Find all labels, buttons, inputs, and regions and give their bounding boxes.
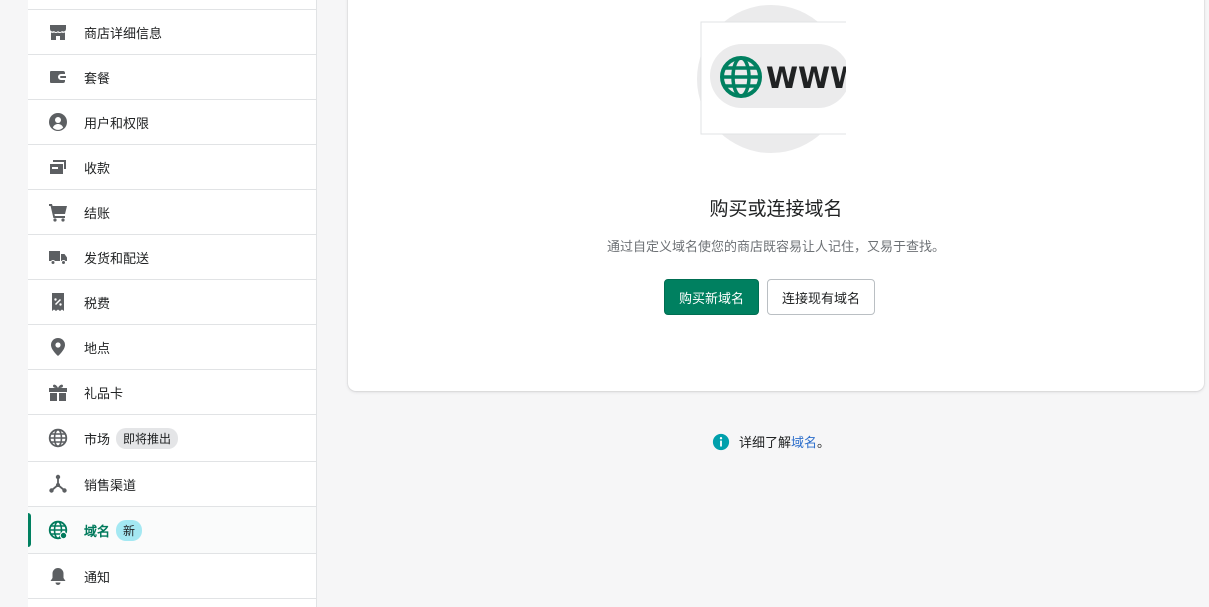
sidebar-item-label: 结账 bbox=[84, 206, 111, 222]
sidebar-item-store-details[interactable]: 商店详细信息 bbox=[28, 0, 316, 55]
www-text: WWW bbox=[766, 61, 846, 95]
description-text: 通过自定义域名使您的商店既容易让人记住，又易于查找。 bbox=[606, 240, 945, 255]
cart-icon bbox=[47, 201, 69, 223]
sidebar-item-plan[interactable]: 套餐 bbox=[28, 55, 316, 100]
connect-domain-button[interactable]: 连接现有域名 bbox=[767, 279, 876, 315]
sidebar-item-label: 商店详细信息 bbox=[84, 26, 163, 42]
learn-more-prefix: 详细了解 bbox=[739, 436, 792, 451]
sidebar-item-markets[interactable]: 市场 即将推出 bbox=[28, 415, 316, 462]
sidebar-item-shipping[interactable]: 发货和配送 bbox=[28, 235, 316, 280]
sidebar-item-notifications[interactable]: 通知 bbox=[28, 554, 316, 599]
page-title: 购买或连接域名 bbox=[709, 198, 843, 220]
channels-icon bbox=[47, 473, 69, 495]
sidebar-item-payments[interactable]: 收款 bbox=[28, 145, 316, 190]
store-icon bbox=[47, 21, 69, 43]
settings-sidebar: 商店详细信息 套餐 用户和权限 收款 结账 发货和配送 税费 地点 礼品卡 市场… bbox=[28, 0, 317, 607]
sidebar-item-label: 发货和配送 bbox=[84, 251, 150, 267]
sidebar-item-label: 套餐 bbox=[84, 71, 111, 87]
sidebar-item-label: 域名 bbox=[84, 524, 111, 540]
learn-more-footer: 详细了解 域名 。 bbox=[712, 432, 830, 451]
sidebar-item-label: 地点 bbox=[84, 341, 111, 357]
active-indicator bbox=[28, 513, 31, 547]
truck-icon bbox=[47, 246, 69, 268]
status-badge: 即将推出 bbox=[116, 427, 179, 449]
domains-help-link[interactable]: 域名 bbox=[791, 432, 817, 451]
payment-card-icon bbox=[47, 156, 69, 178]
learn-more-suffix: 。 bbox=[817, 436, 831, 451]
bell-icon bbox=[47, 565, 69, 587]
gift-icon bbox=[47, 381, 69, 403]
sidebar-item-label: 通知 bbox=[84, 570, 111, 586]
sidebar-item-sales-channels[interactable]: 销售渠道 bbox=[28, 462, 316, 507]
sidebar-item-label: 市场 bbox=[84, 432, 111, 448]
domain-empty-state-card: WWW 购买或连接域名 通过自定义域名使您的商店既容易让人记住，又易于查找。 购… bbox=[348, 0, 1204, 391]
globe-icon bbox=[47, 427, 69, 449]
sidebar-item-label: 税费 bbox=[84, 296, 111, 312]
sidebar-item-domains[interactable]: 域名 新 bbox=[28, 507, 316, 554]
location-pin-icon bbox=[47, 336, 69, 358]
user-circle-icon bbox=[47, 111, 69, 133]
sidebar-item-locations[interactable]: 地点 bbox=[28, 325, 316, 370]
wallet-icon bbox=[47, 66, 69, 88]
sidebar-item-gift-cards[interactable]: 礼品卡 bbox=[28, 370, 316, 415]
sidebar-item-label: 收款 bbox=[84, 161, 111, 177]
sidebar-item-label: 销售渠道 bbox=[84, 478, 137, 494]
new-badge: 新 bbox=[116, 519, 143, 541]
sidebar-item-taxes[interactable]: 税费 bbox=[28, 280, 316, 325]
www-illustration: WWW bbox=[696, 4, 862, 154]
buy-domain-button[interactable]: 购买新域名 bbox=[664, 279, 760, 315]
info-icon bbox=[712, 433, 730, 450]
sidebar-item-label: 礼品卡 bbox=[84, 386, 124, 402]
sidebar-item-label: 用户和权限 bbox=[84, 116, 150, 132]
action-buttons: 购买新域名 连接现有域名 bbox=[664, 279, 876, 315]
receipt-icon bbox=[47, 291, 69, 313]
sidebar-item-users[interactable]: 用户和权限 bbox=[28, 100, 316, 145]
domain-globe-icon bbox=[47, 519, 69, 541]
sidebar-item-checkout[interactable]: 结账 bbox=[28, 190, 316, 235]
